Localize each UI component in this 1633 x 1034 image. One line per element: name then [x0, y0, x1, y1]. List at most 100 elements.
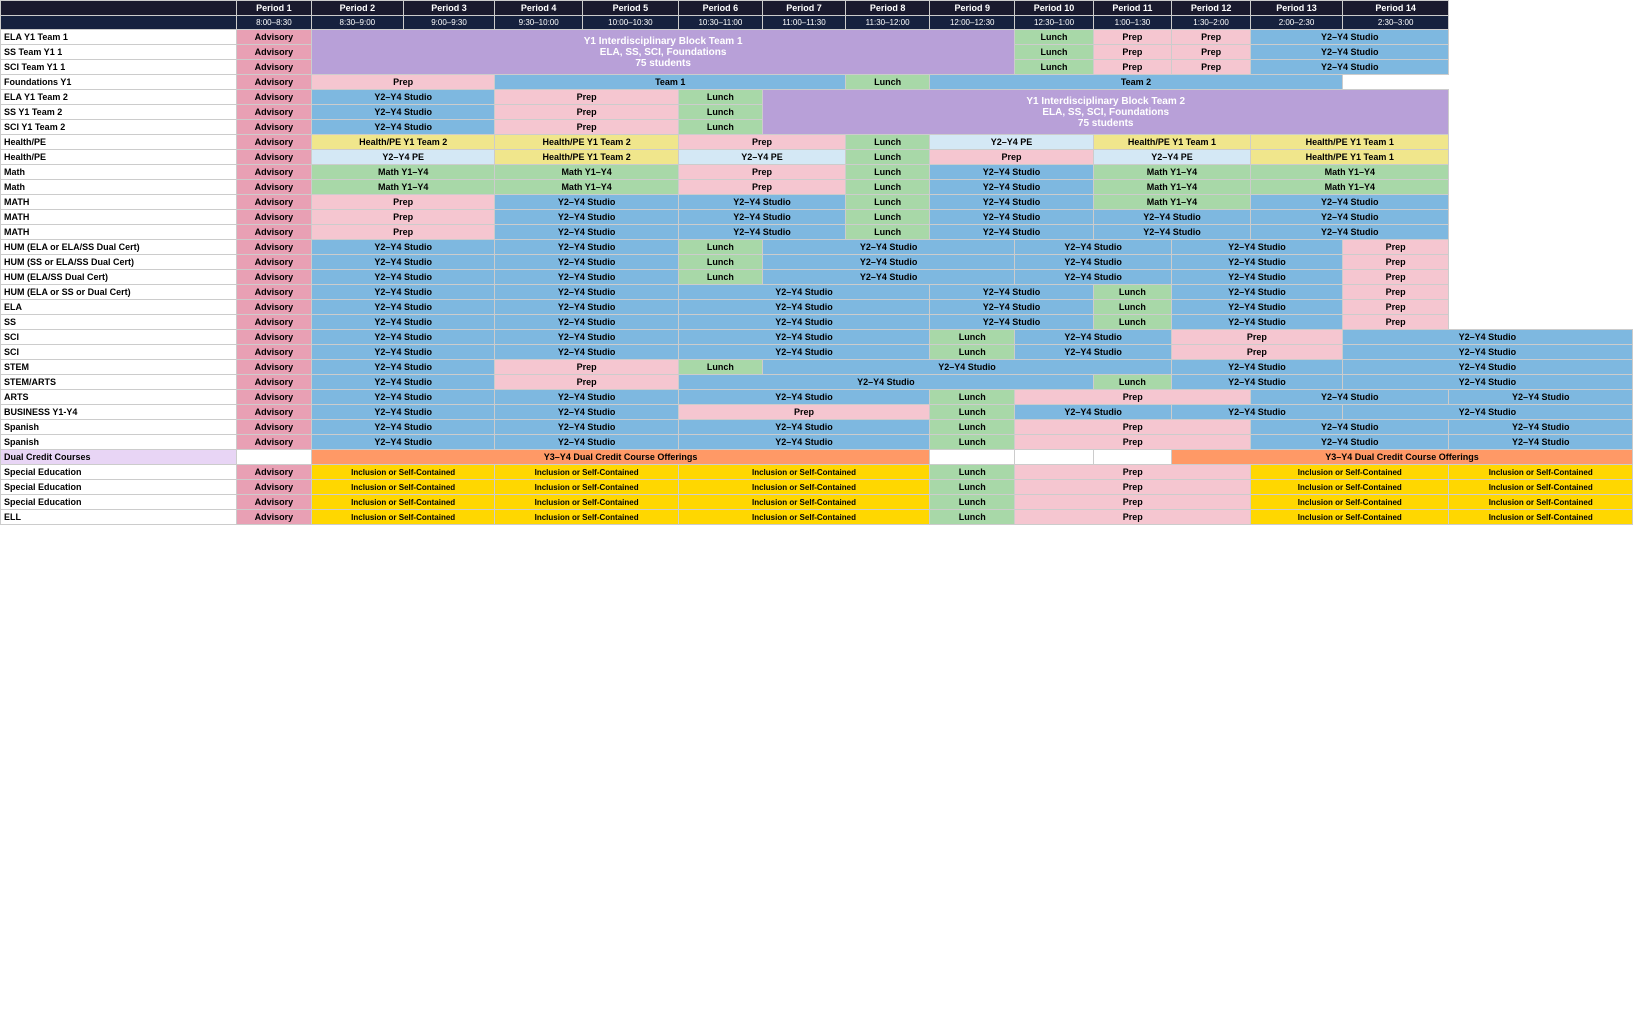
empty-cell	[930, 450, 1015, 465]
cell-advisory: Advisory	[236, 360, 311, 375]
empty-cell	[1015, 450, 1094, 465]
label-sci-y1-team2: SCI Y1 Team 2	[1, 120, 237, 135]
cell-advisory: Advisory	[236, 90, 311, 105]
cell-y2y4pe-b: Y2–Y4 PE	[678, 150, 845, 165]
cell-advisory: Advisory	[236, 30, 311, 45]
cell-lunch: Lunch	[846, 135, 930, 150]
cell-prep: Prep	[930, 150, 1094, 165]
cell-lunch: Lunch	[1093, 375, 1171, 390]
period-header-11: Period 11	[1093, 1, 1171, 16]
cell-lunch: Lunch	[1093, 315, 1171, 330]
row-hum-1: HUM (ELA or ELA/SS Dual Cert) Advisory Y…	[1, 240, 1633, 255]
cell-advisory: Advisory	[236, 120, 311, 135]
label-sped-2: Special Education	[1, 480, 237, 495]
period-header-6: Period 6	[678, 1, 762, 16]
cell-lunch: Lunch	[846, 225, 930, 240]
cell-y2y4studio-d: Y2–Y4 Studio	[1251, 390, 1449, 405]
cell-inclusion-d: Inclusion or Self-Contained	[1251, 495, 1449, 510]
period-header-10: Period 10	[1015, 1, 1094, 16]
row-healthpe-2: Health/PE Advisory Y2–Y4 PE Health/PE Y1…	[1, 150, 1633, 165]
cell-y2y4studio-e: Y2–Y4 Studio	[1172, 285, 1343, 300]
cell-lunch: Lunch	[930, 465, 1015, 480]
row-ela-y1-team1: ELA Y1 Team 1 Advisory Y1 Interdisciplin…	[1, 30, 1633, 45]
label-math-upper-2: MATH	[1, 210, 237, 225]
cell-advisory: Advisory	[236, 420, 311, 435]
cell-lunch: Lunch	[1093, 285, 1171, 300]
label-spanish-1: Spanish	[1, 420, 237, 435]
cell-math-b: Math Y1–Y4	[495, 165, 678, 180]
cell-lunch: Lunch	[930, 390, 1015, 405]
cell-y2y4studio-c: Y2–Y4 Studio	[678, 300, 929, 315]
period-header-14: Period 14	[1342, 1, 1449, 16]
label-stem: STEM	[1, 360, 237, 375]
period-header-7: Period 7	[762, 1, 845, 16]
label-ela-y1-team1: ELA Y1 Team 1	[1, 30, 237, 45]
cell-prep: Prep	[1342, 300, 1449, 315]
empty-cell	[1093, 450, 1171, 465]
cell-y2y4studio-d: Y2–Y4 Studio	[1172, 405, 1343, 420]
cell-inclusion-d: Inclusion or Self-Contained	[1251, 465, 1449, 480]
label-ss-team-y1-1: SS Team Y1 1	[1, 45, 237, 60]
cell-advisory: Advisory	[236, 345, 311, 360]
cell-inclusion-b: Inclusion or Self-Contained	[495, 465, 678, 480]
label-math-upper-1: MATH	[1, 195, 237, 210]
cell-prep: Prep	[1015, 390, 1251, 405]
row-math-upper-1: MATH Advisory Prep Y2–Y4 Studio Y2–Y4 St…	[1, 195, 1633, 210]
cell-healthpe-y1team1-a: Health/PE Y1 Team 1	[1093, 135, 1250, 150]
label-healthpe-1: Health/PE	[1, 135, 237, 150]
cell-y2y4studio-d: Y2–Y4 Studio	[930, 285, 1094, 300]
cell-advisory: Advisory	[236, 330, 311, 345]
cell-y2y4pe-a: Y2–Y4 PE	[311, 150, 494, 165]
cell-inclusion-b: Inclusion or Self-Contained	[495, 495, 678, 510]
row-ela-y1-team2: ELA Y1 Team 2 Advisory Y2–Y4 Studio Prep…	[1, 90, 1633, 105]
cell-math-a: Math Y1–Y4	[311, 165, 494, 180]
row-math-upper-2: MATH Advisory Prep Y2–Y4 Studio Y2–Y4 St…	[1, 210, 1633, 225]
cell-y2y4studio-c: Y2–Y4 Studio	[762, 255, 1014, 270]
cell-y2y4studio-c: Y2–Y4 Studio	[1015, 405, 1172, 420]
cell-inclusion-a: Inclusion or Self-Contained	[311, 465, 494, 480]
label-healthpe-2: Health/PE	[1, 150, 237, 165]
cell-prep: Prep	[1015, 495, 1251, 510]
row-sci-2: SCI Advisory Y2–Y4 Studio Y2–Y4 Studio Y…	[1, 345, 1633, 360]
cell-advisory: Advisory	[236, 510, 311, 525]
cell-y2y4studio-c: Y2–Y4 Studio	[1172, 360, 1343, 375]
cell-y2y4studio-a: Y2–Y4 Studio	[311, 285, 494, 300]
cell-prep: Prep	[678, 180, 845, 195]
cell-y2y4studio-b: Y2–Y4 Studio	[762, 360, 1171, 375]
cell-inclusion-c: Inclusion or Self-Contained	[678, 495, 929, 510]
label-stem-arts: STEM/ARTS	[1, 375, 237, 390]
label-hum-2: HUM (SS or ELA/SS Dual Cert)	[1, 255, 237, 270]
cell-y2y4studio-d: Y2–Y4 Studio	[1015, 255, 1172, 270]
time-5: 10:00–10:30	[582, 16, 678, 30]
cell-prep: Prep	[1015, 435, 1251, 450]
label-hum-3: HUM (ELA/SS Dual Cert)	[1, 270, 237, 285]
cell-y2y4studio-d: Y2–Y4 Studio	[1251, 195, 1449, 210]
time-1: 8:00–8:30	[236, 16, 311, 30]
row-math-upper-3: MATH Advisory Prep Y2–Y4 Studio Y2–Y4 St…	[1, 225, 1633, 240]
cell-interdisciplinary-block1: Y1 Interdisciplinary Block Team 1 ELA, S…	[311, 30, 1014, 75]
period-header-3: Period 3	[403, 1, 495, 16]
cell-y2y4studio-e: Y2–Y4 Studio	[1449, 435, 1633, 450]
empty-cell	[236, 450, 311, 465]
cell-y2y4studio-b: Y2–Y4 Studio	[495, 330, 678, 345]
cell-advisory: Advisory	[236, 285, 311, 300]
cell-y2y4studio-d: Y2–Y4 Studio	[1015, 330, 1172, 345]
cell-math-c: Math Y1–Y4	[1093, 180, 1250, 195]
cell-y2y4studio-d: Y2–Y4 Studio	[930, 315, 1094, 330]
cell-inclusion-d: Inclusion or Self-Contained	[1251, 480, 1449, 495]
cell-prep: Prep	[495, 105, 678, 120]
cell-y2y4studio: Y2–Y4 Studio	[1251, 60, 1449, 75]
cell-team1: Team 1	[495, 75, 846, 90]
row-hum-2: HUM (SS or ELA/SS Dual Cert) Advisory Y2…	[1, 255, 1633, 270]
cell-healthpe-y1team1: Health/PE Y1 Team 1	[1251, 150, 1449, 165]
time-6: 10:30–11:00	[678, 16, 762, 30]
cell-advisory: Advisory	[236, 210, 311, 225]
cell-lunch: Lunch	[678, 240, 762, 255]
cell-y2y4studio-e: Y2–Y4 Studio	[1172, 270, 1343, 285]
cell-prep2: Prep	[1172, 45, 1251, 60]
row-sped-1: Special Education Advisory Inclusion or …	[1, 465, 1633, 480]
cell-y2y4studio-a: Y2–Y4 Studio	[311, 255, 494, 270]
cell-prep: Prep	[1342, 255, 1449, 270]
label-hum-1: HUM (ELA or ELA/SS Dual Cert)	[1, 240, 237, 255]
cell-y2y4studio-e: Y2–Y4 Studio	[1172, 300, 1343, 315]
